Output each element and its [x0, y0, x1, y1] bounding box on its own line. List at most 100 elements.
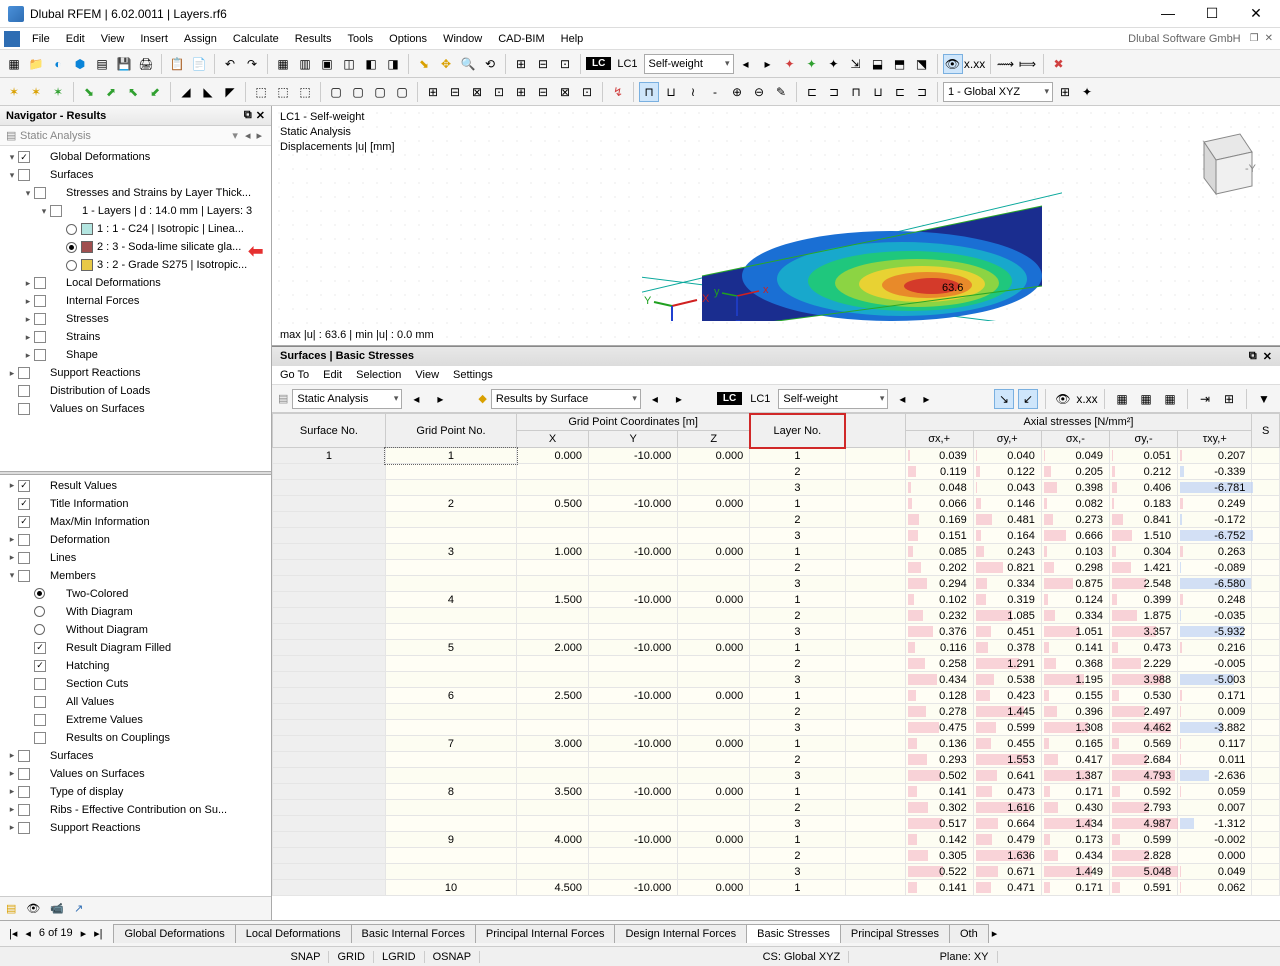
col-sxm[interactable]: σx,- — [1041, 431, 1109, 448]
rp-marker2-icon[interactable]: ↙ — [1018, 389, 1038, 409]
rp-by-combo[interactable]: Results by Surface — [491, 389, 641, 409]
tree-item[interactable]: ▸Strains — [0, 328, 271, 346]
s2-icon[interactable]: ⊔ — [661, 82, 681, 102]
col-x[interactable]: X — [517, 431, 589, 448]
sq3-icon[interactable]: ▢ — [370, 82, 390, 102]
tree-item[interactable]: Results on Couplings — [0, 729, 271, 747]
sq1-icon[interactable]: ▢ — [326, 82, 346, 102]
nav-prev-icon[interactable]: ◂ — [242, 130, 254, 142]
s3-icon[interactable]: ≀ — [683, 82, 703, 102]
s1-icon[interactable]: ⊓ — [639, 82, 659, 102]
mdi-restore-icon[interactable]: ❐ — [1247, 33, 1262, 44]
rp-close-icon[interactable]: ✕ — [1263, 350, 1272, 363]
n3-icon[interactable]: ✶ — [48, 82, 68, 102]
bottom-tab[interactable]: Local Deformations — [235, 924, 352, 943]
tree-item[interactable]: Max/Min Information — [0, 513, 271, 531]
table-row[interactable]: 30.2940.3340.8752.548-6.580 — [273, 576, 1280, 592]
star1-icon[interactable]: ✦ — [780, 54, 800, 74]
col-surface[interactable]: Surface No. — [273, 414, 386, 448]
sq2-icon[interactable]: ▢ — [348, 82, 368, 102]
s5-icon[interactable]: ⊕ — [727, 82, 747, 102]
tabs-more-icon[interactable]: ▸ — [992, 927, 998, 940]
table-row[interactable]: 31.000-10.0000.00010.0850.2430.1030.3040… — [273, 544, 1280, 560]
cube1-icon[interactable]: ⬚ — [251, 82, 271, 102]
lc-next-icon[interactable]: ▸ — [758, 54, 778, 74]
table-row[interactable]: 30.4750.5991.3084.462-3.882 — [273, 720, 1280, 736]
col-y[interactable]: Y — [589, 431, 678, 448]
mdi-close-icon[interactable]: ✕ — [1262, 33, 1276, 44]
m8-icon[interactable]: ⊡ — [577, 82, 597, 102]
col-sxp[interactable]: σx,+ — [905, 431, 973, 448]
cs-edit-icon[interactable]: ⊞ — [1055, 82, 1075, 102]
menu-results[interactable]: Results — [287, 31, 340, 47]
n5-icon[interactable]: ⬈ — [101, 82, 121, 102]
m7-icon[interactable]: ⊠ — [555, 82, 575, 102]
rp-g1-icon[interactable]: ▦ — [1112, 389, 1132, 409]
rp-lc-next[interactable]: ▸ — [916, 389, 936, 409]
menu-cadbim[interactable]: CAD-BIM — [490, 31, 552, 47]
rp-settings[interactable]: Settings — [453, 369, 493, 381]
tree-item[interactable]: ▸Result Values — [0, 477, 271, 495]
results-table-scroll[interactable]: Surface No. Grid Point No. Grid Point Co… — [272, 413, 1280, 920]
tree-item[interactable]: ▸Surfaces — [0, 747, 271, 765]
s4-icon[interactable]: - — [705, 82, 725, 102]
n6-icon[interactable]: ⬉ — [123, 82, 143, 102]
nav-pin-icon[interactable]: ⧉ — [244, 109, 252, 122]
tree-item[interactable]: All Values — [0, 693, 271, 711]
move-icon[interactable]: ✥ — [436, 54, 456, 74]
cube3-icon[interactable]: ⬚ — [295, 82, 315, 102]
table-row[interactable]: 30.5170.6641.4344.987-1.312 — [273, 816, 1280, 832]
ext1-icon[interactable]: ⟿ — [996, 54, 1016, 74]
tree-item[interactable]: ▸Lines — [0, 549, 271, 567]
zoom-icon[interactable]: 🔍 — [458, 54, 478, 74]
tree-item[interactable]: Section Cuts — [0, 675, 271, 693]
table-row[interactable]: 20.1190.1220.2050.212-0.339 — [273, 464, 1280, 480]
tree-item[interactable]: Values on Surfaces — [0, 400, 271, 418]
table-row[interactable]: 30.3760.4511.0513.357-5.932 — [273, 624, 1280, 640]
tree-item[interactable]: ▸Support Reactions — [0, 819, 271, 837]
table-row[interactable]: 62.500-10.0000.00010.1280.4230.1550.5300… — [273, 688, 1280, 704]
col-z[interactable]: Z — [678, 431, 750, 448]
bottom-tab[interactable]: Principal Stresses — [840, 924, 950, 943]
table-row[interactable]: 20.1690.4810.2730.841-0.172 — [273, 512, 1280, 528]
cs-combo[interactable]: 1 - Global XYZ — [943, 82, 1053, 102]
c5-icon[interactable]: ⊏ — [890, 82, 910, 102]
s6-icon[interactable]: ⊖ — [749, 82, 769, 102]
m3-icon[interactable]: ⊠ — [467, 82, 487, 102]
n1-icon[interactable]: ✶ — [4, 82, 24, 102]
tree-item[interactable]: ▾Stresses and Strains by Layer Thick... — [0, 184, 271, 202]
col-coords-group[interactable]: Grid Point Coordinates [m] — [517, 414, 750, 431]
t2-icon[interactable]: ◧ — [361, 54, 381, 74]
t3-icon[interactable]: ◨ — [383, 54, 403, 74]
table-row[interactable]: 41.500-10.0000.00010.1020.3190.1240.3990… — [273, 592, 1280, 608]
ic-b[interactable]: ⬓ — [868, 54, 888, 74]
diag-icon[interactable]: 👁 — [943, 54, 963, 74]
tree-item[interactable]: ▸Local Deformations — [0, 274, 271, 292]
tree-item[interactable]: ▾Members — [0, 567, 271, 585]
col-layer[interactable]: Layer No. — [750, 414, 845, 448]
tree-item[interactable]: Hatching — [0, 657, 271, 675]
nav-analysis-combo[interactable]: Static Analysis — [20, 130, 228, 142]
v2-icon[interactable]: ⊟ — [533, 54, 553, 74]
nav-tab1-icon[interactable]: ▤ — [6, 902, 16, 915]
bug-icon[interactable]: ✖ — [1049, 54, 1069, 74]
n10-icon[interactable]: ◤ — [220, 82, 240, 102]
col-sym[interactable]: σy,- — [1109, 431, 1177, 448]
c2-icon[interactable]: ⊐ — [824, 82, 844, 102]
cube2-icon[interactable]: ⬚ — [273, 82, 293, 102]
save-icon[interactable]: 💾 — [114, 54, 134, 74]
redo-icon[interactable]: ↷ — [242, 54, 262, 74]
cs-new-icon[interactable]: ✦ — [1077, 82, 1097, 102]
rp-selection[interactable]: Selection — [356, 369, 401, 381]
menu-edit[interactable]: Edit — [58, 31, 93, 47]
tree-item[interactable]: ▸Type of display — [0, 783, 271, 801]
bottom-tab[interactable]: Basic Stresses — [746, 924, 841, 943]
open-icon[interactable]: 📁 — [26, 54, 46, 74]
tree-item[interactable]: With Diagram — [0, 603, 271, 621]
m2-icon[interactable]: ⊟ — [445, 82, 465, 102]
table-row[interactable]: 30.5220.6711.4495.0480.049 — [273, 864, 1280, 880]
m1-icon[interactable]: ⊞ — [423, 82, 443, 102]
maximize-button[interactable]: ☐ — [1196, 5, 1228, 22]
bottom-tab[interactable]: Oth — [949, 924, 989, 943]
rp-pin-icon[interactable]: ⧉ — [1249, 350, 1257, 363]
